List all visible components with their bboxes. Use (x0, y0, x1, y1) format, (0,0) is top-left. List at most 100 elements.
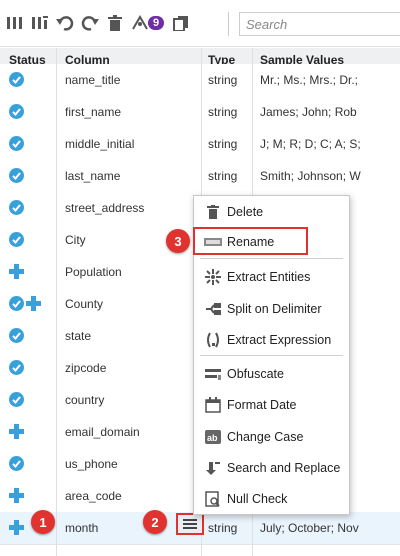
sample-values: James; John; Rob (260, 105, 357, 119)
callout-2: 2 (143, 510, 167, 534)
column-name: zipcode (65, 361, 107, 375)
menu-item-extract-entities[interactable]: Extract Entities (194, 264, 349, 290)
check-icon (9, 200, 24, 215)
redo-icon[interactable] (79, 12, 101, 34)
status-cell (9, 360, 24, 375)
column-type: string (208, 105, 238, 119)
status-cell (9, 488, 24, 503)
menu-separator (200, 355, 343, 356)
search-input[interactable] (239, 12, 400, 36)
sample-values: Mr.; Ms.; Mrs.; Dr.; (260, 73, 358, 87)
toolbar-divider (228, 12, 229, 36)
menu-item-delete[interactable]: Delete (194, 199, 349, 225)
menu-item-null-check[interactable]: Null Check (194, 486, 349, 512)
check-icon (9, 232, 24, 247)
sample-values: Smith; Johnson; W (260, 169, 361, 183)
menu-item-label: Format Date (227, 398, 297, 412)
status-cell (9, 264, 24, 279)
case-icon: ab (204, 428, 222, 446)
menu-item-label: Split on Delimiter (227, 302, 322, 316)
column-name: email_domain (65, 425, 140, 439)
check-icon (9, 360, 24, 375)
check-icon (9, 104, 24, 119)
toolbar: 9 (0, 0, 400, 47)
table-row[interactable]: first_name string James; John; Rob (0, 96, 400, 129)
split-icon (204, 300, 222, 318)
status-cell (9, 136, 24, 151)
menu-item-label: Change Case (227, 430, 304, 444)
column-type: string (208, 169, 238, 183)
column-type: string (208, 521, 238, 535)
menu-item-label: Search and Replace (227, 461, 341, 475)
menu-item-extract-expression[interactable]: Extract Expression (194, 327, 349, 353)
menu-item-label: Extract Expression (227, 333, 332, 347)
notification-badge[interactable]: 9 (148, 16, 165, 30)
status-cell (9, 104, 24, 119)
callout-3: 3 (166, 229, 190, 253)
rename-highlight (193, 227, 308, 255)
column-name: street_address (65, 201, 145, 215)
column-name: area_code (65, 489, 122, 503)
column-type: string (208, 137, 238, 151)
table-row[interactable]: name_title string Mr.; Ms.; Mrs.; Dr.; (0, 64, 400, 97)
extract-entities-icon (204, 268, 222, 286)
hamburger-icon (183, 519, 197, 529)
plus-icon (9, 424, 24, 439)
column-name: Population (65, 265, 122, 279)
column-name: month (65, 521, 99, 535)
callout-1: 1 (31, 510, 55, 534)
plus-icon (26, 296, 41, 311)
check-icon (9, 328, 24, 343)
menu-item-format-date[interactable]: Format Date (194, 392, 349, 418)
status-cell (9, 392, 24, 407)
check-icon (9, 296, 24, 311)
menu-item-label: Obfuscate (227, 367, 284, 381)
check-icon (9, 168, 24, 183)
column-name: middle_initial (65, 137, 135, 151)
plus-icon (9, 488, 24, 503)
status-cell (9, 328, 24, 343)
status-cell (9, 424, 24, 439)
column-name: County (65, 297, 104, 311)
menu-item-split-on-delimiter[interactable]: Split on Delimiter (194, 296, 349, 322)
null-check-icon (204, 490, 222, 508)
menu-item-change-case[interactable]: ab Change Case (194, 424, 349, 450)
undo-icon[interactable] (54, 12, 76, 34)
add-column-icon[interactable] (29, 12, 51, 34)
menu-item-label: Delete (227, 205, 264, 219)
column-name: last_name (65, 169, 121, 183)
search-replace-icon (204, 459, 222, 477)
copy-icon[interactable] (170, 12, 192, 34)
check-icon (9, 136, 24, 151)
menu-item-label: Null Check (227, 492, 288, 506)
plus-icon (9, 520, 24, 535)
columns-icon[interactable] (4, 12, 26, 34)
column-name: us_phone (65, 457, 118, 471)
table-row[interactable]: middle_initial string J; M; R; D; C; A; S; (0, 128, 400, 161)
menu-item-obfuscate[interactable]: Obfuscate (194, 361, 349, 387)
menu-item-search-and-replace[interactable]: Search and Replace (194, 455, 349, 481)
column-name: country (65, 393, 105, 407)
svg-text:ab: ab (207, 433, 218, 443)
calendar-icon (204, 396, 222, 414)
column-type: string (208, 73, 238, 87)
check-icon (9, 392, 24, 407)
column-menu-button[interactable] (176, 513, 204, 535)
trash-icon (204, 203, 222, 221)
column-name: state (65, 329, 92, 343)
status-cell (9, 168, 24, 183)
column-name: City (65, 233, 86, 247)
trash-icon[interactable] (104, 12, 126, 34)
status-cell (9, 456, 24, 471)
table-row[interactable]: last_name string Smith; Johnson; W (0, 160, 400, 193)
check-icon (9, 72, 24, 87)
menu-item-label: Extract Entities (227, 270, 311, 284)
column-name: name_title (65, 73, 121, 87)
obfuscate-icon (204, 365, 222, 383)
check-icon (9, 456, 24, 471)
expression-icon (204, 331, 222, 349)
plus-icon (9, 264, 24, 279)
column-name: first_name (65, 105, 122, 119)
status-cell (9, 72, 24, 87)
status-cell (9, 232, 24, 247)
